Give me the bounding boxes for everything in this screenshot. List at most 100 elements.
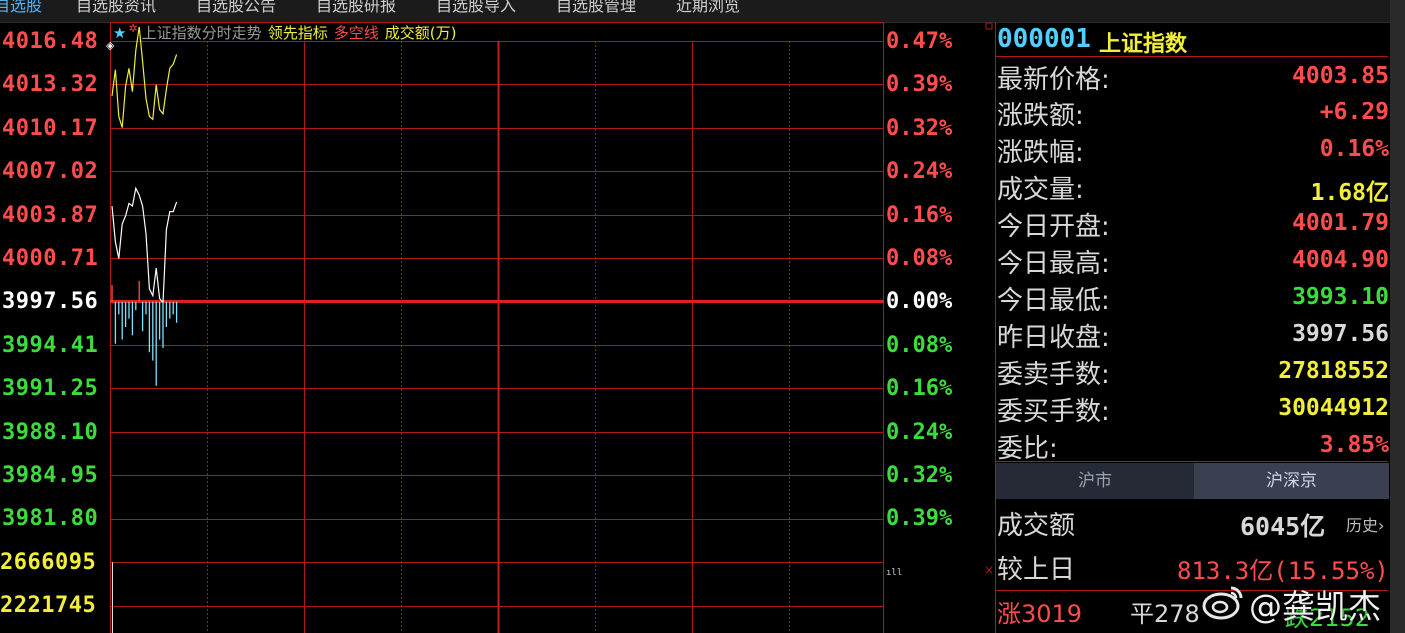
row-change: 涨跌额: +6.29 (997, 95, 1389, 132)
stock-name: 上证指数 (1099, 32, 1188, 57)
row-key: 委买手数: (997, 397, 1110, 427)
pct-label-baseline: 0.00% (886, 289, 953, 314)
nav-tab-watchlist-research[interactable]: 自选股研报 (316, 0, 396, 16)
price-label: 4010.17 (2, 116, 99, 141)
row-key: 今日最高: (997, 249, 1110, 279)
row-value: 4003.85 (1292, 63, 1389, 89)
pct-label: 0.39% (886, 506, 953, 531)
row-bid-ask-ratio: 委比: 3.85% (997, 428, 1389, 465)
turnover-label: 成交额 (997, 511, 1076, 541)
legend-long-short-line[interactable]: 多空线 (334, 24, 379, 42)
pct-label: 0.08% (886, 333, 953, 358)
star-icon[interactable]: ★ (113, 24, 126, 42)
row-value: 3.85% (1319, 432, 1389, 458)
price-label: 3984.95 (2, 463, 99, 488)
divider (995, 461, 1388, 462)
legend-turnover[interactable]: 成交额(万) (385, 24, 457, 42)
row-value: +6.29 (1319, 99, 1389, 125)
market-tabs: 沪市 沪深京 (996, 463, 1389, 499)
vs-prev-label: 较上日 (997, 555, 1076, 585)
watermark-text: @龚凯杰 (1249, 587, 1381, 626)
nav-tab-watchlist[interactable]: 自选股 (0, 0, 42, 16)
breadth-flat: 平278 (1130, 600, 1200, 628)
row-ask-volume: 委卖手数: 27818552 (997, 354, 1389, 391)
row-change-pct: 涨跌幅: 0.16% (997, 132, 1389, 169)
price-label: 4007.02 (2, 159, 99, 184)
row-value: 27818552 (1278, 358, 1389, 384)
history-link[interactable]: 历史› (1346, 512, 1384, 536)
row-key: 涨跌幅: (997, 138, 1084, 168)
pct-label: 0.39% (886, 72, 953, 97)
top-navigation: 自选股 自选股资讯 自选股公告 自选股研报 自选股导入 自选股管理 近期浏览 (0, 0, 1390, 23)
chart-title: 上证指数分时走势 (141, 24, 262, 42)
nav-tab-recent[interactable]: 近期浏览 (676, 0, 740, 16)
scrollbar[interactable] (1390, 0, 1405, 633)
row-value: 3993.10 (1292, 284, 1389, 310)
pct-label: 0.16% (886, 203, 953, 228)
row-latest-price: 最新价格: 4003.85 (997, 59, 1389, 96)
price-label: 4013.32 (2, 72, 99, 97)
row-value: 4004.90 (1292, 247, 1389, 273)
divider (995, 56, 1388, 57)
tab-shanghai[interactable]: 沪市 (996, 463, 1194, 499)
price-label: 3988.10 (2, 420, 99, 445)
plot-layer (111, 26, 178, 386)
volume-label: 2666095 (0, 550, 97, 575)
nav-tab-watchlist-import[interactable]: 自选股导入 (436, 0, 516, 16)
row-key: 今日最低: (997, 286, 1110, 316)
crosshair-icon[interactable]: ◈ (106, 39, 114, 52)
history-label: 历史 (1346, 516, 1379, 535)
row-key: 最新价格: (997, 65, 1110, 95)
price-line (111, 186, 178, 305)
price-label-baseline: 3997.56 (2, 289, 99, 314)
chart-canvas: ıll × (110, 22, 994, 633)
pct-label: 0.32% (886, 463, 953, 488)
row-value: 0.16% (1319, 136, 1389, 162)
weibo-logo-icon (1199, 582, 1247, 622)
pct-label: 0.08% (886, 246, 953, 271)
chart-frame (110, 22, 884, 633)
price-label: 3981.80 (2, 506, 99, 531)
nav-tab-watchlist-news[interactable]: 自选股资讯 (76, 0, 156, 16)
legend-leading-indicator[interactable]: 领先指标 (268, 24, 328, 42)
chart-title-bar: ★ ✲ 上证指数分时走势 领先指标 多空线 成交额(万) (113, 22, 462, 43)
row-volume: 成交量: 1.68亿 (997, 169, 1389, 206)
pct-label: 0.24% (886, 420, 953, 445)
row-key: 成交量: (997, 175, 1084, 205)
pct-label: 0.16% (886, 376, 953, 401)
row-value: 30044912 (1278, 395, 1389, 421)
volume-marker: ıll (886, 568, 902, 578)
tab-sh-sz-bj[interactable]: 沪深京 (1194, 463, 1389, 499)
row-key: 今日开盘: (997, 212, 1110, 242)
corner-box (985, 22, 993, 30)
turnover-value: 6045亿 (1240, 512, 1326, 541)
price-label: 4000.71 (2, 246, 99, 271)
intraday-chart[interactable]: ıll × ★ ✲ 上证指数分时走势 领先指标 多空线 成交额(万) ◈ 4016.48 … (0, 22, 995, 633)
price-label: 3991.25 (2, 376, 99, 401)
row-low: 今日最低: 3993.10 (997, 280, 1389, 317)
close-icon: × (984, 563, 994, 577)
stock-code: 000001 (997, 24, 1091, 54)
row-key: 委卖手数: (997, 360, 1110, 390)
price-label: 3994.41 (2, 333, 99, 358)
row-value: 4001.79 (1292, 210, 1389, 236)
price-label: 4016.48 (2, 29, 99, 54)
settings-icon[interactable]: ✲ (128, 22, 137, 35)
row-prev-close: 昨日收盘: 3997.56 (997, 317, 1389, 354)
breadth-up: 涨3019 (997, 600, 1083, 628)
quote-panel: 000001 上证指数 最新价格: 4003.85 涨跌额: +6.29 涨跌幅: 0… (995, 22, 1390, 633)
chart-grid: ıll × (110, 22, 994, 633)
row-high: 今日最高: 4004.90 (997, 243, 1389, 280)
price-label: 4003.87 (2, 203, 99, 228)
chevron-right-icon: › (1378, 516, 1385, 535)
nav-tab-watchlist-announcements[interactable]: 自选股公告 (196, 0, 276, 16)
nav-tab-watchlist-manage[interactable]: 自选股管理 (556, 0, 636, 16)
row-bid-volume: 委买手数: 30044912 (997, 391, 1389, 428)
row-open: 今日开盘: 4001.79 (997, 206, 1389, 243)
row-value: 1.68亿 (1310, 180, 1389, 206)
row-key: 委比: (997, 434, 1058, 464)
pct-label: 0.32% (886, 116, 953, 141)
pct-label: 0.47% (886, 29, 953, 54)
pct-label: 0.24% (886, 159, 953, 184)
volume-label: 2221745 (0, 593, 97, 618)
